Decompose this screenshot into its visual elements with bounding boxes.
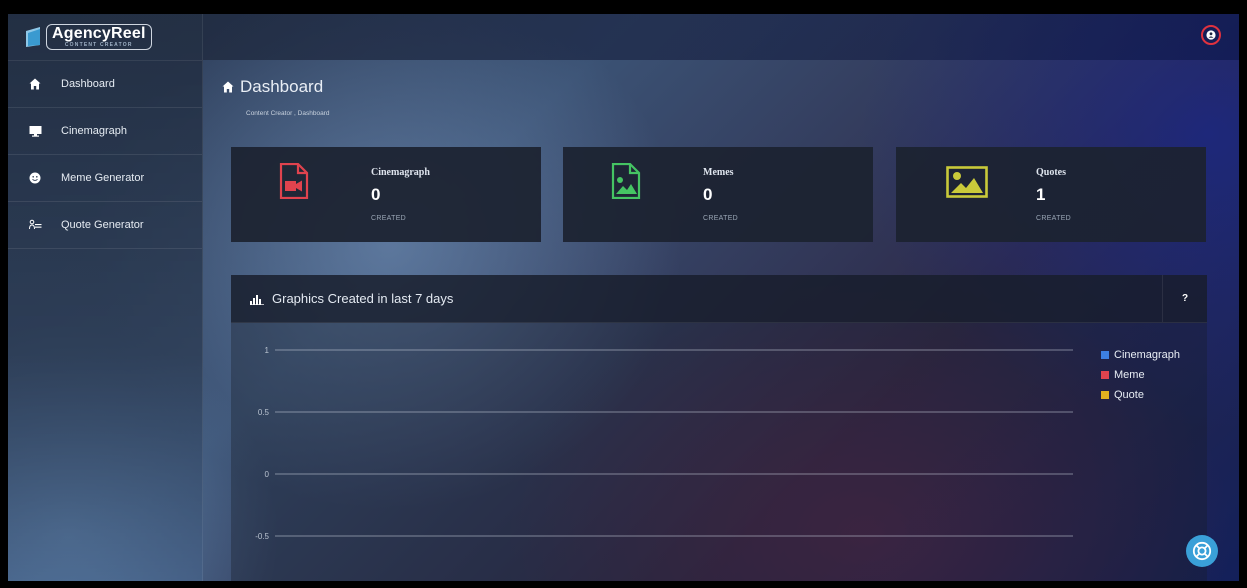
card-title: Cinemagraph: [371, 167, 430, 178]
legend-label: Meme: [1114, 369, 1145, 381]
card-subtitle: CREATED: [371, 215, 407, 222]
page-header: Dashboard Content Creator , Dashboard: [222, 77, 329, 117]
sidebar-item-label: Cinemagraph: [61, 125, 128, 137]
sidebar-item-quote-generator[interactable]: Quote Generator: [8, 202, 202, 249]
sidebar-item-label: Meme Generator: [61, 172, 145, 184]
sidebar-item-label: Quote Generator: [61, 219, 144, 231]
logo[interactable]: AgencyReel CONTENT CREATOR: [8, 14, 202, 61]
stat-card-memes[interactable]: Memes 0 CREATED: [563, 147, 873, 242]
legend-swatch: [1101, 371, 1109, 379]
home-icon: [28, 77, 42, 91]
sidebar-item-label: Dashboard: [61, 78, 115, 90]
app-frame: AgencyReel CONTENT CREATOR Dashboard Cin…: [8, 14, 1239, 581]
stat-card-quotes[interactable]: Quotes 1 CREATED: [896, 147, 1206, 242]
user-icon: [1206, 30, 1216, 40]
chart-panel-header: Graphics Created in last 7 days ?: [231, 275, 1207, 323]
card-subtitle: CREATED: [1036, 215, 1072, 222]
card-title: Memes: [703, 167, 734, 178]
user-menu-button[interactable]: [1201, 25, 1221, 45]
y-tick-label: 0: [265, 470, 270, 479]
logo-subtitle: CONTENT CREATOR: [64, 42, 133, 48]
sidebar: AgencyReel CONTENT CREATOR Dashboard Cin…: [8, 14, 203, 581]
home-icon: [222, 81, 234, 93]
card-value: 0: [371, 185, 381, 204]
card-value: 1: [1036, 185, 1046, 204]
stat-card-cinemagraph[interactable]: Cinemagraph 0 CREATED: [231, 147, 541, 242]
lifebuoy-icon: [1192, 541, 1212, 561]
breadcrumb: Content Creator , Dashboard: [246, 110, 330, 117]
legend-swatch: [1101, 391, 1109, 399]
legend-label: Quote: [1114, 389, 1144, 401]
y-tick-label: 0.5: [258, 408, 270, 417]
chart-panel: Graphics Created in last 7 days ? 1 0.5 0 -…: [231, 275, 1207, 581]
legend-item-meme[interactable]: Meme: [1101, 365, 1180, 385]
logo-text: AgencyReel: [52, 25, 146, 42]
legend-item-quote[interactable]: Quote: [1101, 385, 1180, 405]
logo-wordmark: AgencyReel CONTENT CREATOR: [46, 24, 152, 50]
image-file-icon: [611, 163, 641, 199]
card-subtitle: CREATED: [703, 215, 739, 222]
y-tick-label: -0.5: [255, 532, 269, 541]
smiley-icon: [28, 171, 42, 185]
sidebar-item-cinemagraph[interactable]: Cinemagraph: [8, 108, 202, 155]
video-file-icon: [279, 163, 309, 199]
line-chart: 1 0.5 0 -0.5: [255, 346, 1073, 541]
y-tick-label: 1: [265, 346, 270, 355]
top-bar: [203, 14, 1239, 60]
chart-title: Graphics Created in last 7 days: [272, 291, 454, 306]
picture-icon: [946, 166, 988, 198]
legend-swatch: [1101, 351, 1109, 359]
sidebar-item-dashboard[interactable]: Dashboard: [8, 61, 202, 108]
sidebar-item-meme-generator[interactable]: Meme Generator: [8, 155, 202, 202]
card-value: 0: [703, 185, 713, 204]
quote-icon: [28, 218, 42, 232]
page-title: Dashboard: [222, 77, 329, 97]
card-title: Quotes: [1036, 167, 1066, 178]
chart-legend: Cinemagraph Meme Quote: [1101, 345, 1180, 405]
help-button[interactable]: ?: [1162, 275, 1207, 322]
legend-label: Cinemagraph: [1114, 349, 1181, 361]
bar-chart-icon: [250, 294, 264, 305]
support-button[interactable]: [1186, 535, 1218, 567]
page-title-text: Dashboard: [240, 77, 324, 96]
monitor-icon: [28, 124, 42, 138]
logo-icon: [26, 27, 40, 47]
legend-item-cinemagraph[interactable]: Cinemagraph: [1101, 345, 1180, 365]
